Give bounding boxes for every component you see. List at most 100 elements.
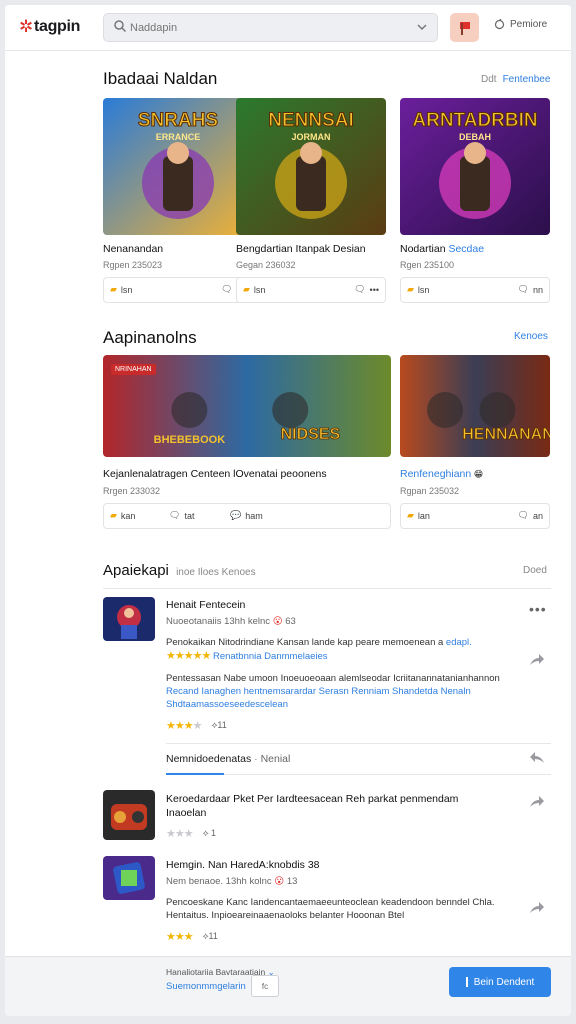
thumbnail-subtitle: BHEBEBOOK — [154, 434, 226, 446]
card-title[interactable]: Kejanlenalatragen Centeen lOvenatai peoo… — [103, 468, 327, 480]
comment-icon: 🗨 — [221, 284, 233, 294]
like-button[interactable]: ▰ lsn — [110, 284, 132, 295]
refresh-icon — [494, 19, 505, 30]
review-item: Henait Fentecein Nuoeotanaiis 13hh kelnc… — [166, 599, 506, 732]
premium-label: Pemiore — [510, 19, 548, 30]
comment-button[interactable]: 🗨 nn — [518, 284, 543, 295]
top-bar: ✲ tagpin Pemiore — [5, 5, 571, 51]
review-avatar[interactable] — [103, 856, 155, 900]
card-title[interactable]: Renfeneghiann 😁 — [400, 468, 483, 480]
comment-count: nn — [532, 284, 543, 295]
reply-icon[interactable] — [529, 751, 545, 765]
section-link[interactable]: Kenoes — [514, 331, 548, 342]
comment-icon: 🗨 — [354, 284, 366, 294]
search-icon — [114, 20, 127, 33]
review-meta: Nem benaoe. 13hh kolnc 😮 13 — [166, 876, 298, 887]
like-button[interactable]: ▰ lsn — [407, 284, 429, 295]
share-icon[interactable] — [529, 795, 545, 809]
card-title[interactable]: Nodartian Secdae — [400, 243, 484, 255]
logo[interactable]: ✲ tagpin — [19, 17, 80, 37]
share-icon[interactable] — [529, 901, 545, 915]
like-count[interactable]: ⟡11 — [203, 931, 218, 942]
comment-count: ••• — [369, 284, 379, 295]
comment-button[interactable]: 🗨 ••• — [354, 284, 379, 295]
star-rating: ★★★ — [166, 828, 194, 840]
game-thumbnail[interactable]: SNRAHS ERRANCE — [103, 98, 253, 235]
share-button[interactable]: 💬 ham — [230, 510, 263, 521]
announcement-thumbnail[interactable]: HENNANAN — [400, 355, 550, 457]
thumbnail-title: HENNANAN — [462, 426, 550, 443]
like-button[interactable]: ▰ lan — [407, 510, 430, 521]
fire-icon: ▰ — [110, 510, 117, 520]
game-thumbnail[interactable]: NENNSAI JORMAN — [236, 98, 386, 235]
fire-icon: ▰ — [407, 284, 414, 294]
divider — [103, 588, 551, 589]
more-icon[interactable]: ••• — [529, 601, 547, 617]
chat-icon: 💬 — [230, 510, 242, 520]
comment-icon: 🗨 — [517, 510, 529, 520]
like-button[interactable]: ▰ kan — [110, 510, 135, 521]
share-count: ham — [245, 510, 263, 521]
reply-header[interactable]: Nemnidoedenatas · Nenial — [166, 753, 290, 765]
card-meta: Rgen 235100 — [400, 260, 455, 270]
card-title[interactable]: Bengdartian Itanpak Desian — [236, 243, 366, 255]
review-item: Keroedardaar Pket Per Iardteesacean Reh … — [166, 793, 516, 840]
like-count[interactable]: ⟡11 — [211, 720, 226, 731]
premium-link[interactable]: Pemiore — [494, 19, 547, 30]
thumbnail-subtitle: DEBAH — [459, 132, 491, 142]
review-item: Hemgin. Nan HaredA:knobdis 38 Nem benaoe… — [166, 859, 516, 943]
section-title: Ibadaai Naldan — [103, 69, 218, 88]
comment-count: an — [532, 510, 543, 521]
review-title: Henait Fentecein — [166, 599, 246, 611]
search-bar[interactable] — [103, 13, 438, 42]
thumbnail-title: NENNSAI — [268, 110, 354, 131]
like-count[interactable]: ⟡ 1 — [203, 828, 216, 839]
thumbnail-title: SNRAHS — [138, 110, 218, 131]
card-meta: Gegan 236032 — [236, 260, 296, 270]
card-actions: ▰ lan 🗨 an — [400, 503, 550, 529]
card-actions: ▰lsn 🗨sri — [103, 277, 253, 303]
card-meta: Rrgen 233032 — [103, 486, 161, 496]
review-body: Penokaikan Nitodrindiane Kansan lande ka… — [166, 637, 472, 648]
like-count: lan — [417, 510, 430, 521]
review-avatar[interactable] — [103, 790, 155, 840]
badge: NRINAHAN — [111, 364, 156, 375]
review-rating: ★★★ ⟡ 1 — [166, 827, 516, 840]
star-rating: ★★★★ — [166, 720, 202, 732]
review-tags: ★★★★★ Renatbnnia Danmmelaeies — [166, 650, 328, 662]
review-title: Keroedardaar Pket Per Iardteesacean Reh … — [166, 793, 459, 805]
section-title: Aapinanolns — [103, 328, 197, 347]
review-avatar[interactable] — [103, 597, 155, 641]
like-button[interactable]: ▰ lsn — [243, 284, 265, 295]
card-actions: ▰ kan 🗨 tat 💬 ham — [103, 503, 391, 529]
comment-icon: 🗨 — [517, 284, 529, 294]
primary-cta-button[interactable]: Bein Dendent — [449, 967, 551, 997]
chevron-down-icon[interactable] — [416, 21, 428, 33]
fire-icon: ▰ — [110, 284, 117, 294]
divider — [224, 774, 551, 775]
share-icon[interactable] — [529, 653, 545, 667]
star-rating: ★★★ — [166, 931, 194, 943]
small-button[interactable]: fc — [251, 975, 279, 997]
search-input[interactable] — [130, 18, 410, 38]
bottom-link[interactable]: Suemonmmgelarin — [166, 981, 246, 992]
like-count: kan — [120, 510, 136, 521]
comment-button[interactable]: 🗨 tat — [169, 510, 194, 521]
review-rating: ★★★★ ⟡11 — [166, 719, 506, 732]
thumbnail-subtitle: JORMAN — [291, 132, 330, 142]
thumbnail-title: ARNTADRBIN — [412, 110, 537, 131]
active-tab-indicator — [166, 773, 224, 775]
review-meta: Nuoeotanaiis 13hh kelnc 😮 63 — [166, 616, 296, 627]
section-link[interactable]: Ddt Fentenbee — [481, 74, 550, 85]
review-body: Pencoeskane Kanc Iandencantaemaeeunteocl… — [166, 897, 495, 921]
section-link[interactable]: Doed — [523, 565, 547, 576]
game-thumbnail[interactable]: ARNTADRBIN DEBAH — [400, 98, 550, 235]
card-meta: Rgpan 235032 — [400, 486, 460, 496]
card-actions: ▰ lsn 🗨 ••• — [236, 277, 386, 303]
cta-bar-icon — [465, 977, 468, 987]
notification-button[interactable] — [450, 13, 479, 42]
thumbnail-subtitle: ERRANCE — [156, 132, 201, 142]
comment-button[interactable]: 🗨 an — [518, 510, 543, 521]
logo-mark-icon: ✲ — [19, 17, 33, 36]
card-title[interactable]: Nenanandan — [103, 243, 163, 255]
